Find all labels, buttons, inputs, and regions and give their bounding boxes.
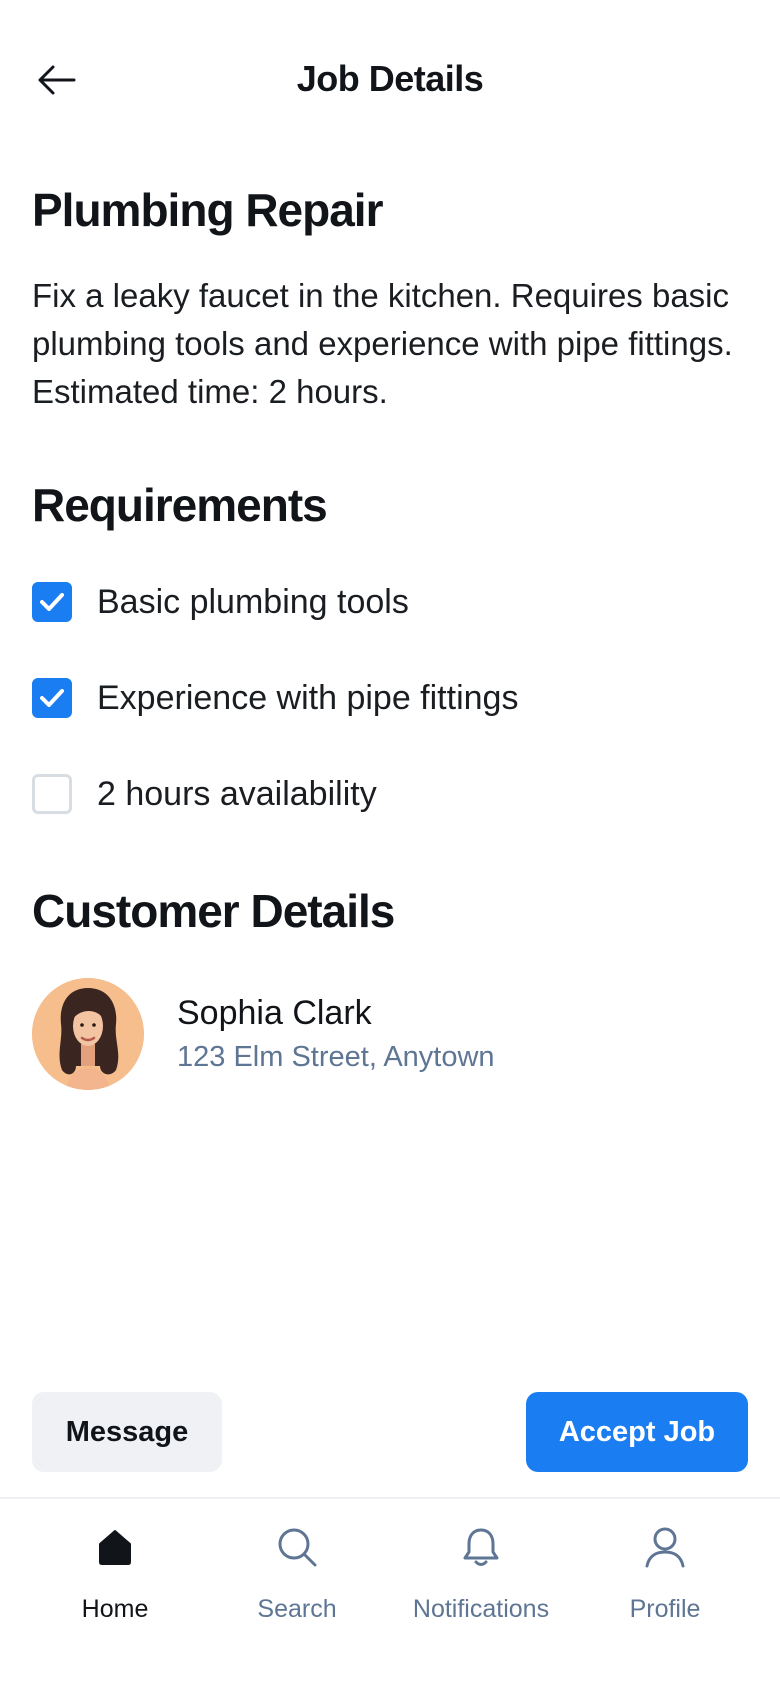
- top-bar: Job Details: [0, 0, 780, 160]
- home-icon: [99, 1530, 131, 1565]
- customer-name: Sophia Clark: [177, 994, 372, 1032]
- checkbox-checked[interactable]: [32, 678, 72, 718]
- checkmark-icon: [40, 689, 64, 707]
- message-button[interactable]: Message: [32, 1392, 222, 1472]
- woman-portrait-icon: [32, 978, 144, 1090]
- requirement-label: 2 hours availability: [97, 774, 377, 813]
- requirement-item-pipe-fittings[interactable]: Experience with pipe fittings: [32, 676, 518, 720]
- checkbox-unchecked[interactable]: [32, 774, 72, 814]
- bell-icon: [463, 1528, 499, 1566]
- customer-info: Sophia Clark 123 Elm Street, Anytown: [177, 992, 495, 1076]
- requirements-heading: Requirements: [32, 479, 328, 531]
- avatar: [32, 978, 144, 1090]
- nav-label: Notifications: [412, 1595, 550, 1623]
- search-icon: [278, 1528, 317, 1567]
- job-description: Fix a leaky faucet in the kitchen. Requi…: [32, 277, 733, 410]
- accept-job-button[interactable]: Accept Job: [526, 1392, 748, 1472]
- user-icon: [645, 1527, 685, 1568]
- checkbox-checked[interactable]: [32, 582, 72, 622]
- checkmark-icon: [40, 593, 64, 611]
- customer-details-heading: Customer Details: [32, 885, 395, 937]
- nav-item-home[interactable]: Home: [24, 1523, 206, 1624]
- customer-address: 123 Elm Street, Anytown: [177, 1041, 495, 1073]
- bottom-navigation: Home Search Notifications Profile: [0, 1497, 780, 1688]
- requirement-item-availability[interactable]: 2 hours availability: [32, 772, 377, 816]
- page-title: Job Details: [296, 58, 484, 99]
- nav-label: Profile: [629, 1595, 701, 1623]
- job-title: Plumbing Repair: [32, 184, 383, 236]
- nav-label: Home: [81, 1595, 149, 1623]
- customer-card[interactable]: Sophia Clark 123 Elm Street, Anytown: [32, 978, 495, 1090]
- nav-item-profile[interactable]: Profile: [574, 1523, 756, 1624]
- nav-label: Search: [257, 1595, 337, 1623]
- requirement-label: Basic plumbing tools: [97, 582, 409, 621]
- requirement-item-basic-tools[interactable]: Basic plumbing tools: [32, 580, 409, 624]
- requirement-label: Experience with pipe fittings: [97, 678, 519, 717]
- nav-item-search[interactable]: Search: [206, 1523, 388, 1624]
- nav-item-notifications[interactable]: Notifications: [390, 1523, 572, 1624]
